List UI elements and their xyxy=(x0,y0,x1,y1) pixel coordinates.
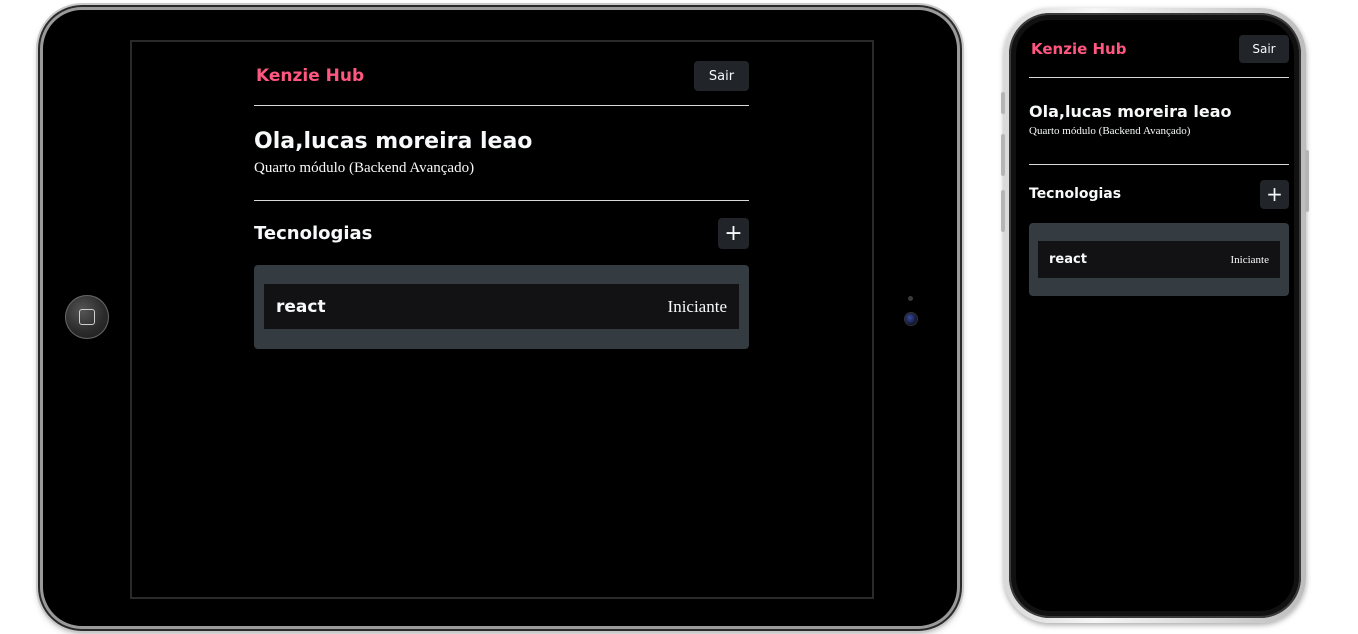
phone-volume-up-button xyxy=(1001,134,1005,176)
phone-side-button xyxy=(1001,92,1005,114)
phone-screen: Kenzie Hub Sair Ola,lucas moreira leao Q… xyxy=(1016,20,1294,611)
technologies-header: Tecnologias + xyxy=(254,217,749,249)
user-module: Quarto módulo (Backend Avançado) xyxy=(254,160,475,176)
tablet-screen: Kenzie Hub Sair Ola,lucas moreira leao Q… xyxy=(130,40,874,599)
phone-device-frame: Kenzie Hub Sair Ola,lucas moreira leao Q… xyxy=(1001,8,1309,623)
technology-name: react xyxy=(276,296,326,317)
user-module: Quarto módulo (Backend Avançado) xyxy=(1029,125,1191,137)
logout-button[interactable]: Sair xyxy=(694,61,749,91)
tablet-device-frame: Kenzie Hub Sair Ola,lucas moreira leao Q… xyxy=(40,7,960,629)
technologies-list: react Iniciante xyxy=(1029,223,1289,296)
logout-button[interactable]: Sair xyxy=(1239,35,1289,63)
technology-card[interactable]: react Iniciante xyxy=(1038,241,1280,278)
app-header: Kenzie Hub Sair xyxy=(1029,35,1289,63)
phone-power-button xyxy=(1305,150,1309,212)
brand-logo: Kenzie Hub xyxy=(1031,40,1127,58)
add-technology-button[interactable]: + xyxy=(718,217,749,249)
profile-divider xyxy=(1029,164,1289,165)
phone-bezel: Kenzie Hub Sair Ola,lucas moreira leao Q… xyxy=(1009,13,1301,618)
home-button[interactable] xyxy=(65,295,109,339)
add-technology-button[interactable]: + xyxy=(1260,179,1289,209)
app-header: Kenzie Hub Sair xyxy=(254,61,749,91)
technologies-title: Tecnologias xyxy=(254,222,373,244)
home-square-icon xyxy=(79,309,95,325)
technology-status: Iniciante xyxy=(667,296,727,316)
camera-icon xyxy=(905,313,917,325)
user-greeting: Ola,lucas moreira leao xyxy=(1029,102,1232,121)
technologies-title: Tecnologias xyxy=(1029,186,1122,202)
phone-volume-down-button xyxy=(1001,190,1005,232)
header-divider xyxy=(254,105,749,106)
technology-name: react xyxy=(1049,252,1087,267)
brand-logo: Kenzie Hub xyxy=(256,66,365,86)
sensor-dot xyxy=(908,296,913,301)
header-divider xyxy=(1029,77,1289,78)
technology-status: Iniciante xyxy=(1230,253,1269,266)
technologies-header: Tecnologias + xyxy=(1029,179,1289,209)
technologies-list: react Iniciante xyxy=(254,265,749,349)
technology-card[interactable]: react Iniciante xyxy=(264,284,739,329)
user-greeting: Ola,lucas moreira leao xyxy=(254,129,533,154)
dashboard-page-mobile: Kenzie Hub Sair Ola,lucas moreira leao Q… xyxy=(1029,35,1289,310)
profile-divider xyxy=(254,200,749,201)
dashboard-page: Kenzie Hub Sair Ola,lucas moreira leao Q… xyxy=(254,59,749,379)
